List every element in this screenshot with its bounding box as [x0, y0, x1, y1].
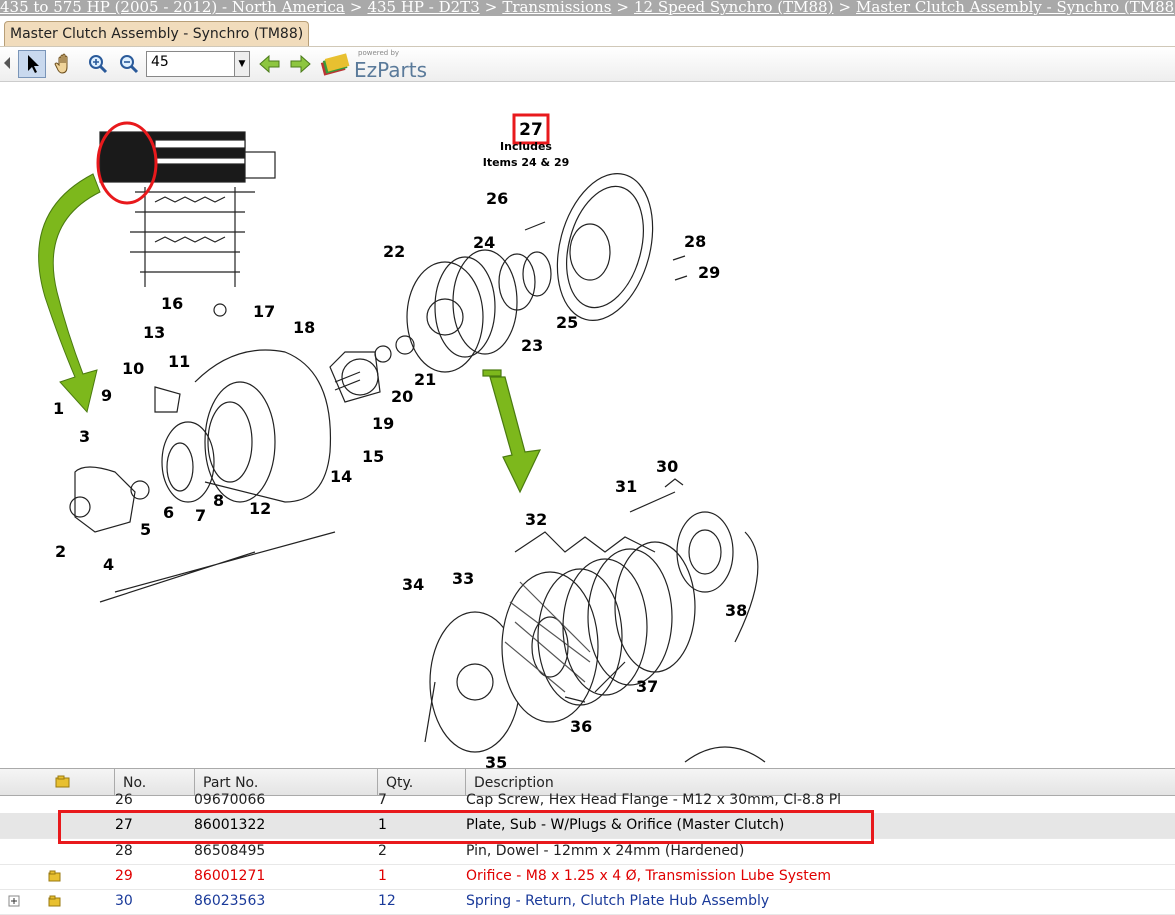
viewer-toolbar: 45 ▼ powered by EzParts: [0, 47, 1175, 82]
forward-button[interactable]: [286, 50, 314, 78]
callout-label-10[interactable]: 10: [122, 359, 144, 378]
callout-label-9[interactable]: 9: [101, 386, 112, 405]
callout-label-15[interactable]: 15: [362, 447, 384, 466]
callout-includes: Includes: [500, 140, 552, 153]
callout-number[interactable]: 27: [519, 120, 543, 140]
zoom-select[interactable]: 45 ▼: [146, 51, 250, 77]
parts-diagram[interactable]: 27 Includes Items 24 & 29 123456 78910 111…: [5, 82, 1173, 768]
callout-label-17[interactable]: 17: [253, 302, 275, 321]
callout-label-35[interactable]: 35: [485, 753, 507, 768]
green-arrow-icon: [489, 376, 542, 494]
callout-label-13[interactable]: 13: [143, 323, 165, 342]
breadcrumb-item-transmissions[interactable]: Transmissions: [502, 0, 611, 16]
zoom-in-button[interactable]: [84, 50, 112, 78]
breadcrumb: 435 to 575 HP (2005 - 2012) - North Amer…: [0, 0, 1175, 16]
row-no: 28: [115, 843, 133, 859]
row-description: Spring - Return, Clutch Plate Hub Assemb…: [466, 893, 770, 909]
row-qty: 1: [378, 868, 387, 884]
scroll-left-icon[interactable]: [2, 56, 12, 70]
back-arrow-icon: [259, 54, 280, 74]
select-tool-button[interactable]: [18, 50, 46, 78]
callout-label-2[interactable]: 2: [55, 542, 66, 561]
chevron-down-icon[interactable]: ▼: [234, 52, 249, 76]
callout-label-11[interactable]: 11: [168, 352, 190, 371]
hand-pan-icon: [54, 53, 68, 74]
breadcrumb-item-master-clutch[interactable]: Master Clutch Assembly - Synchro (TM88): [856, 0, 1175, 16]
zoom-out-button[interactable]: [115, 50, 143, 78]
select-arrow-icon: [28, 55, 39, 73]
breadcrumb-item-hp-range[interactable]: 435 to 575 HP (2005 - 2012) - North Amer…: [0, 0, 345, 16]
breadcrumb-separator: >: [616, 0, 629, 16]
logo-tagline: powered by: [358, 49, 400, 57]
table-row[interactable]: 29 86001271 1 Orifice - M8 x 1.25 x 4 Ø,…: [0, 864, 1175, 890]
callout-label-26[interactable]: 26: [486, 189, 508, 208]
folder-icon: [55, 775, 70, 788]
folder-icon[interactable]: [48, 895, 62, 907]
table-row[interactable]: 28 86508495 2 Pin, Dowel - 12mm x 24mm (…: [0, 839, 1175, 865]
callout-label-30[interactable]: 30: [656, 457, 678, 476]
forward-arrow-icon: [290, 54, 311, 74]
folder-icon[interactable]: [48, 870, 62, 882]
callout-label-31[interactable]: 31: [615, 477, 637, 496]
pan-tool-button[interactable]: [50, 50, 78, 78]
callout-label-16[interactable]: 16: [161, 294, 183, 313]
row-no: 30: [115, 893, 133, 909]
row-description: Orifice - M8 x 1.25 x 4 Ø, Transmission …: [466, 868, 832, 884]
callout-label-24[interactable]: 24: [473, 233, 495, 252]
ezparts-logo-icon: [320, 53, 350, 76]
row-part-no: 86508495: [194, 843, 266, 859]
breadcrumb-item-synchro[interactable]: 12 Speed Synchro (TM88): [634, 0, 833, 16]
callout-label-22[interactable]: 22: [383, 242, 405, 261]
callout-label-29[interactable]: 29: [698, 263, 720, 282]
callout-label-38[interactable]: 38: [725, 601, 747, 620]
callout-label-14[interactable]: 14: [330, 467, 352, 486]
breadcrumb-separator: >: [349, 0, 363, 16]
row-part-no: 86023563: [194, 893, 266, 909]
callout-label-7[interactable]: 7: [195, 506, 206, 525]
row-part-no: 86001271: [194, 868, 266, 884]
callout-label-34[interactable]: 34: [402, 575, 424, 594]
row-description: Pin, Dowel - 12mm x 24mm (Hardened): [466, 843, 745, 859]
callout-label-12[interactable]: 12: [249, 499, 271, 518]
callout-label-19[interactable]: 19: [372, 414, 394, 433]
callout-label-1[interactable]: 1: [53, 399, 64, 418]
callout-label-28[interactable]: 28: [684, 232, 706, 251]
green-arrow-icon: [38, 173, 101, 414]
clutch-pack-drawing: [424, 478, 766, 763]
tab-bar: Master Clutch Assembly - Synchro (TM88): [0, 16, 1175, 47]
row-no: 29: [115, 868, 133, 884]
callout-label-3[interactable]: 3: [79, 427, 90, 446]
tab-master-clutch[interactable]: Master Clutch Assembly - Synchro (TM88): [4, 21, 310, 46]
callout-label-33[interactable]: 33: [452, 569, 474, 588]
callout-label-32[interactable]: 32: [525, 510, 547, 529]
callout-label-6[interactable]: 6: [163, 503, 174, 522]
pressure-plate-drawing: [406, 173, 688, 373]
breadcrumb-item-engine[interactable]: 435 HP - D2T3: [367, 0, 479, 16]
callout-label-36[interactable]: 36: [570, 717, 592, 736]
zoom-in-icon: [89, 55, 108, 74]
callout-label-5[interactable]: 5: [140, 520, 151, 539]
callout-items: Items 24 & 29: [483, 156, 570, 169]
callout-label-23[interactable]: 23: [521, 336, 543, 355]
row-qty: 2: [378, 843, 387, 859]
callout-label-4[interactable]: 4: [103, 555, 114, 574]
ezparts-logo-text: EzParts: [354, 58, 428, 82]
callout-label-21[interactable]: 21: [414, 370, 436, 389]
zoom-value: 45: [151, 54, 169, 70]
zoom-out-icon: [120, 55, 139, 74]
engine-thumbnail: [99, 131, 276, 287]
callout-label-20[interactable]: 20: [391, 387, 413, 406]
back-button[interactable]: [256, 50, 284, 78]
expand-plus-icon[interactable]: [8, 895, 20, 907]
callout-label-37[interactable]: 37: [636, 677, 658, 696]
callout-label-18[interactable]: 18: [293, 318, 315, 337]
breadcrumb-separator: >: [838, 0, 852, 16]
breadcrumb-separator: >: [484, 0, 498, 16]
table-row[interactable]: 30 86023563 12 Spring - Return, Clutch P…: [0, 889, 1175, 915]
callout-label-8[interactable]: 8: [213, 491, 224, 510]
row-qty: 12: [378, 893, 396, 909]
callout-label-25[interactable]: 25: [556, 313, 578, 332]
